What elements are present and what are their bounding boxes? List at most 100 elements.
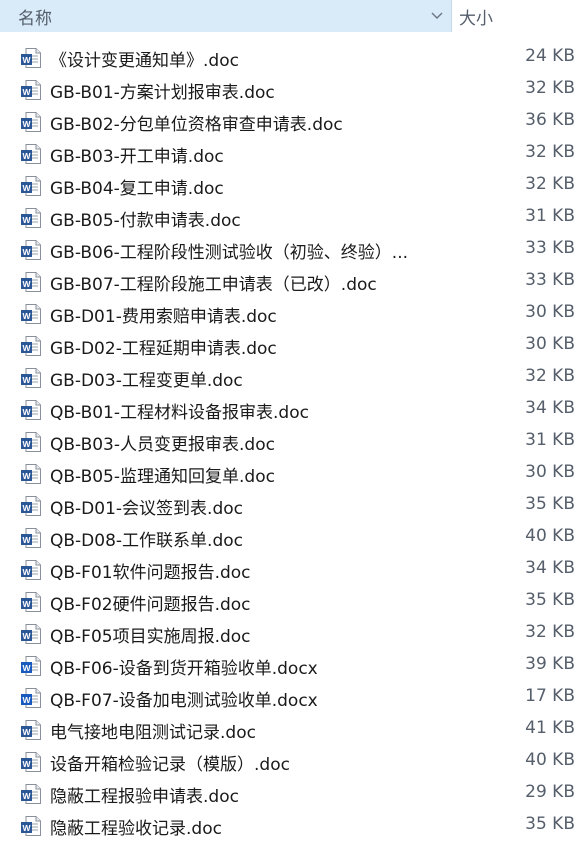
word-doc-icon: W [20,751,42,773]
file-size: 36 KB [525,110,575,130]
file-row[interactable]: W GB-D03-工程变更单.doc 32 KB [0,362,585,394]
word-doc-icon: W [20,527,42,549]
word-doc-icon: W [20,303,42,325]
word-doc-icon: W [20,431,42,453]
word-doc-icon: W [20,815,42,837]
file-row[interactable]: W 隐蔽工程报验申请表.doc 29 KB [0,778,585,810]
file-name[interactable]: QB-F02硬件问题报告.doc [50,590,251,615]
word-doc-icon: W [20,271,42,293]
file-row[interactable]: W 设备开箱检验记录（模版）.doc 40 KB [0,746,585,778]
file-size: 24 KB [525,46,575,66]
svg-text:W: W [22,87,31,97]
word-doc-icon: W [20,335,42,357]
column-header-size[interactable]: 大小 [453,0,585,32]
file-size: 35 KB [525,590,575,610]
file-size: 34 KB [525,398,575,418]
svg-text:W: W [22,567,31,577]
file-row[interactable]: W QB-F07-设备加电测试验收单.docx 17 KB [0,682,585,714]
file-size: 33 KB [525,270,575,290]
file-row[interactable]: W QB-B01-工程材料设备报审表.doc 34 KB [0,394,585,426]
file-size: 32 KB [525,142,575,162]
file-name[interactable]: GB-B01-方案计划报审表.doc [50,78,275,103]
file-row[interactable]: W GB-B04-复工申请.doc 32 KB [0,170,585,202]
file-row[interactable]: W 电气接地电阻测试记录.doc 41 KB [0,714,585,746]
svg-text:W: W [22,727,31,737]
file-row[interactable]: W GB-B01-方案计划报审表.doc 32 KB [0,74,585,106]
file-row[interactable]: W GB-D01-费用索赔申请表.doc 30 KB [0,298,585,330]
file-name[interactable]: 设备开箱检验记录（模版）.doc [50,750,290,775]
file-row[interactable]: W 《设计变更通知单》.doc 24 KB [0,42,585,74]
svg-text:W: W [22,535,31,545]
file-row[interactable]: W QB-F01软件问题报告.doc 34 KB [0,554,585,586]
word-doc-icon: W [20,239,42,261]
file-name[interactable]: QB-F05项目实施周报.doc [50,622,251,647]
file-size: 32 KB [525,366,575,386]
file-name[interactable]: 隐蔽工程验收记录.doc [50,814,222,839]
word-doc-icon: W [20,399,42,421]
file-name[interactable]: QB-F01软件问题报告.doc [50,558,251,583]
word-doc-icon: W [20,111,42,133]
file-row[interactable]: W GB-B06-工程阶段性测试验收（初验、终验）... 33 KB [0,234,585,266]
file-name[interactable]: QB-B05-监理通知回复单.doc [50,462,275,487]
file-size: 34 KB [525,558,575,578]
svg-text:W: W [22,439,31,449]
file-row[interactable]: W GB-B07-工程阶段施工申请表（已改）.doc 33 KB [0,266,585,298]
file-row[interactable]: W QB-B03-人员变更报审表.doc 31 KB [0,426,585,458]
file-size: 30 KB [525,462,575,482]
word-doc-icon: W [20,47,42,69]
file-name[interactable]: GB-D03-工程变更单.doc [50,366,243,391]
file-row[interactable]: W QB-B05-监理通知回复单.doc 30 KB [0,458,585,490]
file-row[interactable]: W GB-B05-付款申请表.doc 31 KB [0,202,585,234]
file-name[interactable]: QB-D01-会议签到表.doc [50,494,243,519]
svg-text:W: W [22,151,31,161]
svg-text:W: W [22,599,31,609]
file-name[interactable]: QB-B01-工程材料设备报审表.doc [50,398,309,423]
svg-text:W: W [22,215,31,225]
word-doc-icon: W [20,175,42,197]
file-row[interactable]: W QB-D01-会议签到表.doc 35 KB [0,490,585,522]
word-doc-icon: W [20,719,42,741]
word-doc-icon: W [20,207,42,229]
file-row[interactable]: W QB-F02硬件问题报告.doc 35 KB [0,586,585,618]
file-size: 41 KB [525,718,575,738]
file-name[interactable]: GB-B05-付款申请表.doc [50,206,241,231]
file-name[interactable]: QB-B03-人员变更报审表.doc [50,430,275,455]
file-name[interactable]: 隐蔽工程报验申请表.doc [50,782,239,807]
file-name[interactable]: GB-B02-分包单位资格审查申请表.doc [50,110,343,135]
file-row[interactable]: W 隐蔽工程验收记录.doc 35 KB [0,810,585,842]
file-row[interactable]: W QB-D08-工作联系单.doc 40 KB [0,522,585,554]
svg-text:W: W [22,55,31,65]
file-size: 30 KB [525,302,575,322]
file-name[interactable]: QB-F07-设备加电测试验收单.docx [50,686,318,711]
column-header: 名称 大小 [0,0,585,32]
file-name[interactable]: GB-B07-工程阶段施工申请表（已改）.doc [50,270,377,295]
svg-text:W: W [22,631,31,641]
column-header-name-label: 名称 [18,9,52,29]
svg-text:W: W [22,663,31,673]
file-size: 32 KB [525,622,575,642]
file-name[interactable]: 《设计变更通知单》.doc [50,46,239,71]
file-row[interactable]: W GB-B02-分包单位资格审查申请表.doc 36 KB [0,106,585,138]
file-name[interactable]: GB-D02-工程延期申请表.doc [50,334,277,359]
svg-text:W: W [22,695,31,705]
svg-text:W: W [22,471,31,481]
word-doc-icon: W [20,495,42,517]
file-name[interactable]: QB-F06-设备到货开箱验收单.docx [50,654,318,679]
file-name[interactable]: 电气接地电阻测试记录.doc [50,718,256,743]
file-row[interactable]: W QB-F05项目实施周报.doc 32 KB [0,618,585,650]
file-name[interactable]: GB-B06-工程阶段性测试验收（初验、终验）... [50,238,408,263]
file-size: 32 KB [525,78,575,98]
svg-text:W: W [22,183,31,193]
file-row[interactable]: W QB-F06-设备到货开箱验收单.docx 39 KB [0,650,585,682]
svg-text:W: W [22,279,31,289]
file-name[interactable]: GB-D01-费用索赔申请表.doc [50,302,277,327]
file-row[interactable]: W GB-D02-工程延期申请表.doc 30 KB [0,330,585,362]
file-name[interactable]: GB-B03-开工申请.doc [50,142,224,167]
file-row[interactable]: W GB-B03-开工申请.doc 32 KB [0,138,585,170]
column-header-name[interactable]: 名称 [0,0,452,32]
file-size: 31 KB [525,430,575,450]
file-name[interactable]: GB-B04-复工申请.doc [50,174,224,199]
file-size: 40 KB [525,526,575,546]
file-name[interactable]: QB-D08-工作联系单.doc [50,526,243,551]
chevron-down-icon[interactable] [429,7,445,23]
